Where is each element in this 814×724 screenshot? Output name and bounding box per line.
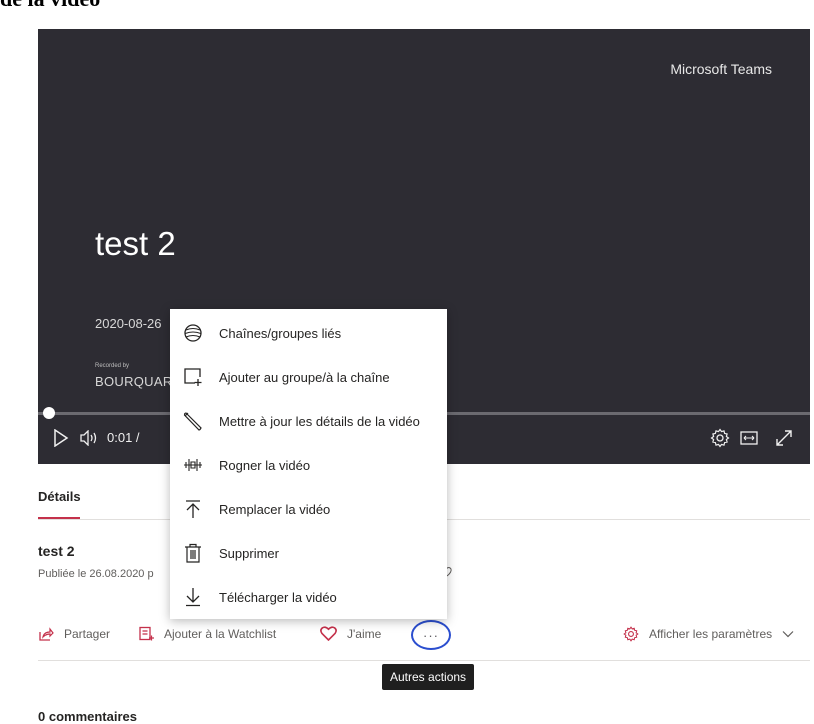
add-to-watchlist-button[interactable]: Ajouter à la Watchlist: [138, 626, 276, 642]
watchlist-icon: [139, 626, 154, 641]
edit-pencil-icon: [183, 412, 202, 431]
more-actions-menu: Chaînes/groupes liés Ajouter au groupe/à…: [170, 309, 447, 619]
menu-item-linked-channels[interactable]: Chaînes/groupes liés: [170, 311, 447, 355]
menu-item-label: Rogner la vidéo: [219, 457, 311, 473]
fit-screen-icon[interactable]: [740, 430, 758, 446]
video-title: test 2: [95, 225, 176, 262]
gear-icon[interactable]: [710, 428, 730, 448]
share-icon: [39, 627, 54, 641]
share-label: Partager: [64, 627, 111, 641]
menu-item-label: Chaînes/groupes liés: [219, 325, 342, 341]
menu-item-label: Supprimer: [219, 545, 279, 561]
menu-item-trim-video[interactable]: Rogner la vidéo: [170, 443, 447, 487]
brand-label: Microsoft Teams: [670, 61, 772, 77]
time-display: 0:01 /: [107, 430, 140, 445]
menu-item-replace-video[interactable]: Remplacer la vidéo: [170, 487, 447, 531]
replace-upload-icon: [186, 500, 200, 518]
watchlist-label: Ajouter à la Watchlist: [164, 627, 277, 641]
download-icon: [186, 588, 200, 607]
video-date: 2020-08-26: [95, 316, 162, 331]
actions-divider: [38, 660, 810, 661]
tooltip: Autres actions: [382, 664, 475, 690]
recorded-by-label: Recorded by: [95, 363, 130, 369]
menu-item-download[interactable]: Télécharger la vidéo: [170, 575, 447, 619]
trash-icon: [185, 543, 201, 563]
progress-thumb[interactable]: [43, 407, 55, 419]
menu-item-label: Télécharger la vidéo: [219, 589, 337, 605]
volume-icon[interactable]: [80, 430, 100, 446]
heart-icon: [320, 626, 337, 641]
more-actions-button[interactable]: ···: [411, 620, 451, 650]
channels-icon: [184, 324, 202, 342]
tab-details[interactable]: Détails: [38, 489, 81, 504]
show-settings-button[interactable]: Afficher les paramètres: [623, 626, 794, 642]
like-label: J'aime: [347, 626, 382, 641]
menu-item-delete[interactable]: Supprimer: [170, 531, 447, 575]
menu-item-update-details[interactable]: Mettre à jour les détails de la vidéo: [170, 399, 447, 443]
fullscreen-icon[interactable]: [774, 428, 794, 448]
share-button[interactable]: Partager: [38, 626, 110, 642]
menu-item-label: Mettre à jour les détails de la vidéo: [219, 413, 420, 429]
recorder-name: BOURQUAR: [95, 374, 173, 389]
page-heading-fragment: de la vidéo: [0, 0, 100, 12]
play-icon[interactable]: [53, 429, 69, 447]
menu-item-add-to-group[interactable]: Ajouter au groupe/à la chaîne: [170, 355, 447, 399]
chevron-down-icon: [782, 631, 794, 638]
settings-icon: [623, 626, 639, 642]
settings-label: Afficher les paramètres: [649, 627, 773, 641]
menu-item-label: Remplacer la vidéo: [219, 501, 331, 517]
published-info: Publiée le 26.08.2020 p: [38, 568, 154, 580]
details-title: test 2: [38, 543, 75, 559]
menu-item-label: Ajouter au groupe/à la chaîne: [219, 369, 390, 385]
add-to-group-icon: [184, 368, 202, 386]
like-button[interactable]: J'aime: [320, 626, 381, 641]
trim-icon: [184, 459, 202, 471]
comments-count: 0 commentaires: [38, 709, 137, 724]
